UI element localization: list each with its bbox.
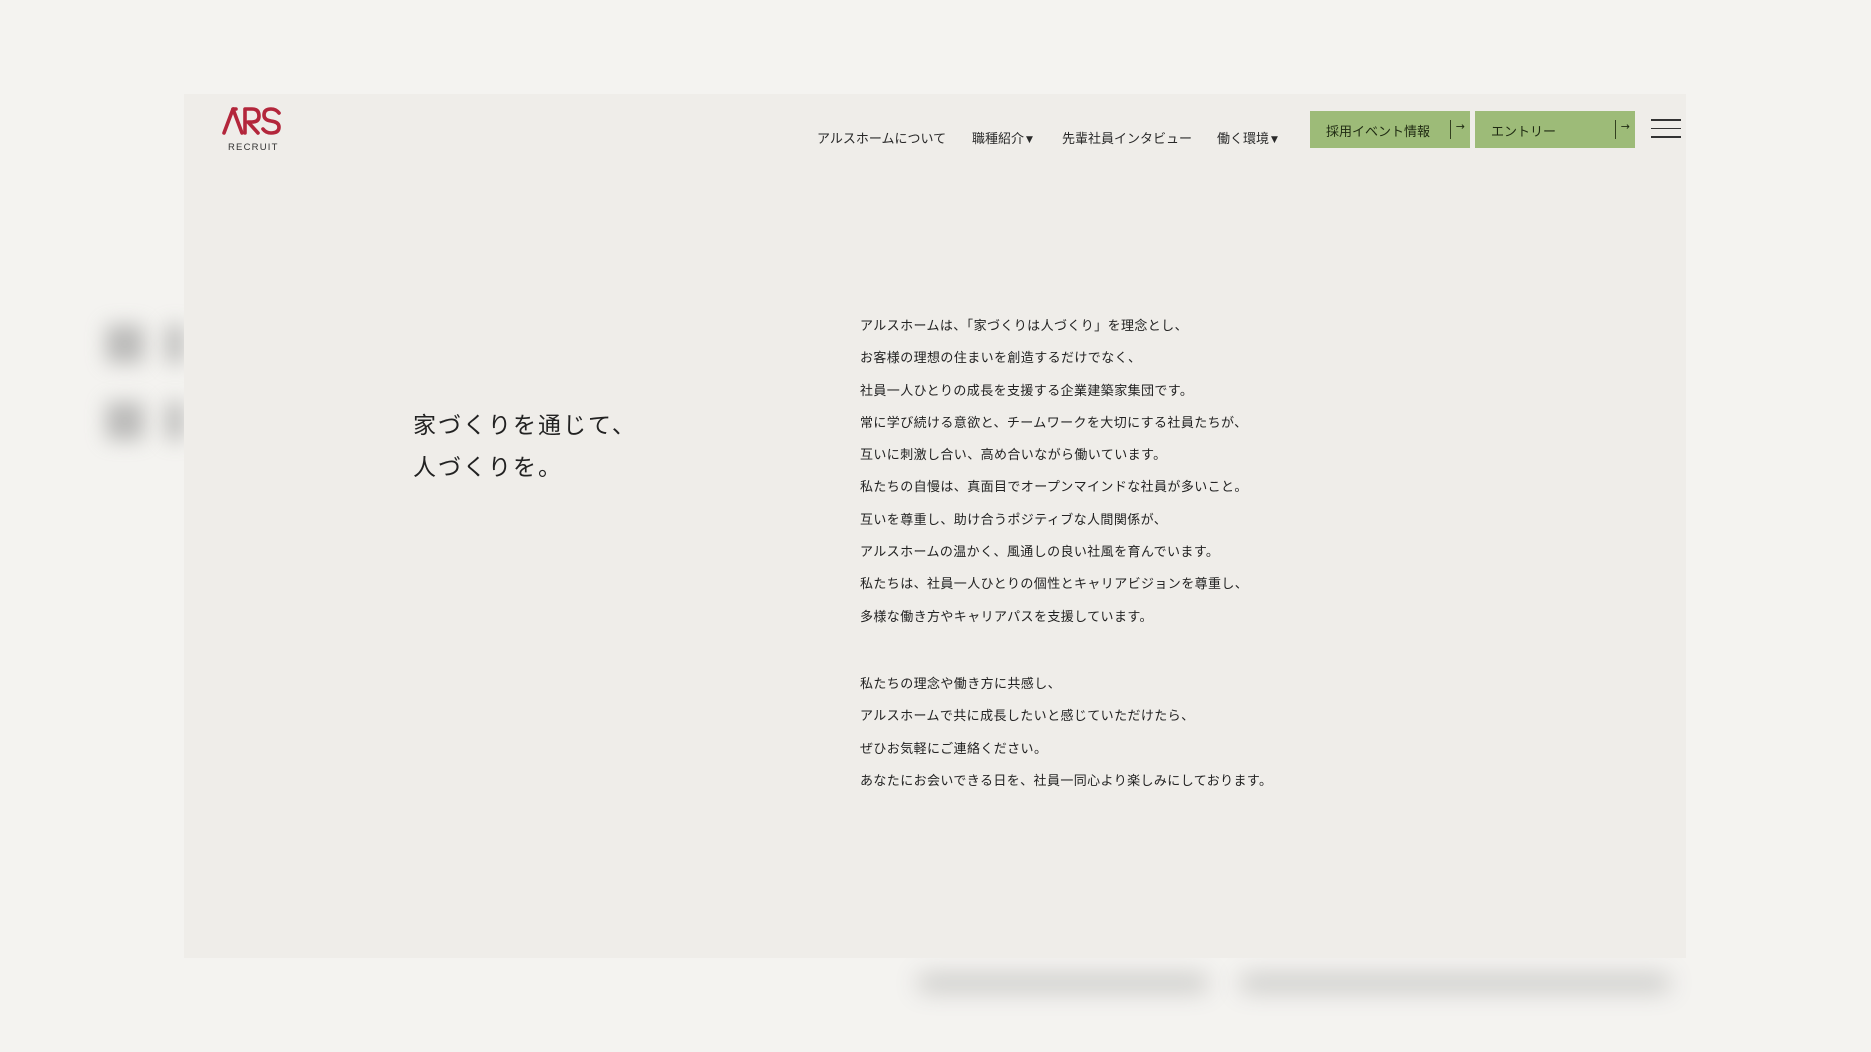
blurred-background-text xyxy=(106,325,144,363)
caret-down-icon: ▼ xyxy=(1271,135,1278,145)
text-line: アルスホームの温かく、風通しの良い社風を育んでいます。 xyxy=(860,545,1220,561)
arrow-right-icon: → xyxy=(1620,120,1630,133)
text-line: 私たちは、社員一人ひとりの個性とキャリアビジョンを尊重し、 xyxy=(860,577,1249,593)
page-headline: 家づくりを通じて、 人づくりを。 xyxy=(413,405,637,489)
nav-job-types[interactable]: 職種紹介 ▼ xyxy=(972,128,1033,147)
text-line: お客様の理想の住まいを創造するだけでなく、 xyxy=(860,351,1142,367)
nav-job-types-label: 職種紹介 xyxy=(972,132,1025,147)
text-line: 社員一人ひとりの成長を支援する企業建築家集団です。 xyxy=(860,383,1194,399)
text-line: 多様な働き方やキャリアパスを支援しています。 xyxy=(860,609,1153,625)
blurred-background-text xyxy=(166,325,184,363)
nav-interviews-label: 先輩社員インタビュー xyxy=(1062,132,1193,147)
hamburger-line xyxy=(1651,119,1681,121)
nav-work-environment-label: 働く環境 xyxy=(1217,132,1270,147)
caret-down-icon: ▼ xyxy=(1026,135,1033,145)
entry-button[interactable]: エントリー → xyxy=(1475,111,1635,148)
hamburger-line xyxy=(1651,136,1681,138)
text-line: アルスホームで共に成長したいと感じていただけたら、 xyxy=(860,709,1195,725)
text-line: 私たちの自慢は、真面目でオープンマインドな社員が多いこと。 xyxy=(860,480,1248,496)
nav-about-label: アルスホームについて xyxy=(817,132,947,147)
recruit-events-button[interactable]: 採用イベント情報 → xyxy=(1310,111,1470,148)
blurred-background-text xyxy=(106,402,144,440)
text-line: あなたにお会いできる日を、社員一同心より楽しみにしております。 xyxy=(860,773,1273,789)
arrow-right-icon: → xyxy=(1455,120,1465,133)
blurred-background-text xyxy=(918,975,1208,991)
nav-about[interactable]: アルスホームについて xyxy=(817,128,946,147)
text-line: ぜひお気軽にご連絡ください。 xyxy=(860,741,1048,757)
recruit-events-label: 採用イベント情報 xyxy=(1326,125,1431,140)
text-line: アルスホームは、「家づくりは人づくり」を理念とし、 xyxy=(860,319,1188,334)
hamburger-line xyxy=(1651,127,1681,129)
philosophy-text: アルスホームは、「家づくりは人づくり」を理念とし、 お客様の理想の住まいを創造す… xyxy=(860,311,1272,798)
headline-line: 人づくりを。 xyxy=(413,455,563,481)
hamburger-icon[interactable] xyxy=(1651,119,1681,139)
button-divider xyxy=(1450,120,1451,139)
nav-interviews[interactable]: 先輩社員インタビュー xyxy=(1062,128,1192,147)
logo[interactable]: RECRUIT xyxy=(221,106,291,156)
text-line: 私たちの理念や働き方に共感し、 xyxy=(860,676,1062,692)
blurred-background-text xyxy=(1240,975,1670,991)
text-line: 互いを尊重し、助け合うポジティブな人間関係が、 xyxy=(860,512,1168,528)
main-frame: RECRUIT アルスホームについて 職種紹介 ▼ 先輩社員インタビュー 働く環境… xyxy=(184,94,1686,958)
logo-subtitle: RECRUIT xyxy=(228,142,279,153)
text-line: 常に学び続ける意欲と、チームワークを大切にする社員たちが、 xyxy=(860,415,1248,431)
nav-work-environment[interactable]: 働く環境 ▼ xyxy=(1217,128,1278,147)
logo-icon xyxy=(222,107,281,135)
entry-label: エントリー xyxy=(1491,125,1557,140)
text-line: 互いに刺激し合い、高め合いながら働いています。 xyxy=(860,448,1167,464)
blurred-background-text xyxy=(166,402,184,440)
headline-line: 家づくりを通じて、 xyxy=(413,413,637,439)
button-divider xyxy=(1615,120,1616,139)
